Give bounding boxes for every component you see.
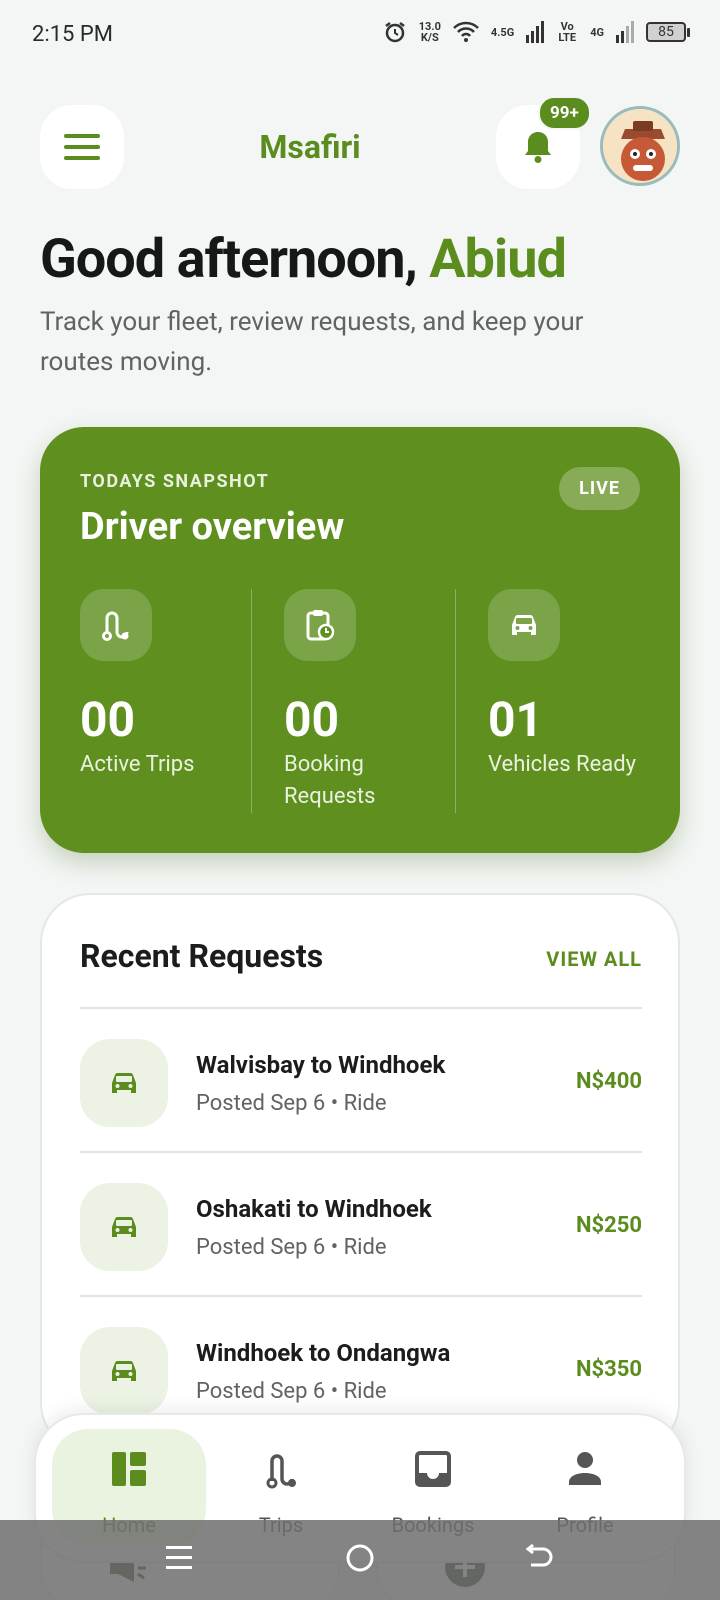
inbox-icon [356,1451,510,1491]
recents-button[interactable] [160,1538,200,1578]
live-badge: LIVE [559,467,640,510]
home-button[interactable] [340,1538,380,1578]
request-meta: Posted Sep 6 • Ride [196,1091,387,1116]
driver-overview-card: TODAYS SNAPSHOT Driver overview LIVE 00 … [40,427,680,853]
request-meta: Posted Sep 6 • Ride [196,1235,387,1260]
back-arrow-icon [525,1543,553,1567]
stat-value: 00 [284,691,340,748]
car-icon [80,1327,168,1415]
clipboard-clock-icon [284,589,356,661]
route-icon [80,589,152,661]
wifi-icon [452,21,479,42]
volte-label: Vo LTE [558,20,577,44]
stat-booking-requests[interactable]: 00 Booking Requests [284,589,484,815]
network-type-1: 4.5G [490,25,515,39]
alarm-icon [385,22,405,43]
person-icon [508,1451,662,1491]
signal-icon [526,21,545,43]
circle-icon [346,1544,374,1572]
car-icon [80,1039,168,1127]
snapshot-title: Driver overview [80,505,345,549]
system-nav-bar [0,1520,720,1600]
battery-icon: 85 [646,22,690,42]
divider [80,1295,642,1297]
request-price: N$250 [575,1213,642,1238]
car-icon [80,1183,168,1271]
stat-value: 00 [80,691,136,748]
stat-label: Active Trips [80,752,195,777]
stat-label: Booking Requests [284,752,376,809]
dashboard-icon [52,1451,206,1491]
status-time: 2:15 PM [32,22,113,47]
request-meta: Posted Sep 6 • Ride [196,1379,387,1404]
request-route: Walvisbay to Windhoek [196,1051,446,1079]
request-route: Oshakati to Windhoek [196,1195,432,1223]
request-row[interactable]: Windhoek to Ondangwa Posted Sep 6 • Ride… [80,1327,642,1417]
notification-badge: 99+ [538,96,591,130]
stat-label: Vehicles Ready [488,752,637,777]
network-type-2: 4G [590,25,604,39]
avatar[interactable] [600,106,680,186]
snapshot-kicker: TODAYS SNAPSHOT [80,471,270,492]
user-name: Abiud [429,228,567,291]
car-icon [488,589,560,661]
divider [455,589,456,813]
stat-vehicles-ready[interactable]: 01 Vehicles Ready [488,589,688,815]
greeting-heading: Good afternoon, Abiud [40,228,567,291]
request-route: Windhoek to Ondangwa [196,1339,451,1367]
section-title: Recent Requests [80,937,324,975]
request-price: N$350 [575,1357,642,1382]
stat-active-trips[interactable]: 00 Active Trips [80,589,280,815]
status-icons: 13.0 K/S 4.5G Vo LTE 4G 85 [383,20,690,44]
status-bar: 2:15 PM 13.0 K/S 4.5G Vo LTE 4G 85 [0,0,720,72]
view-all-link[interactable]: VIEW ALL [546,947,642,971]
request-row[interactable]: Oshakati to Windhoek Posted Sep 6 • Ride… [80,1183,642,1273]
greeting-subtitle: Track your fleet, review requests, and k… [40,307,584,377]
stat-value: 01 [488,691,544,748]
divider [80,1007,642,1009]
divider [80,1151,642,1153]
divider [251,589,252,813]
net-speed: 13.0 K/S [418,20,441,44]
request-row[interactable]: Walvisbay to Windhoek Posted Sep 6 • Rid… [80,1039,642,1129]
back-button[interactable] [520,1538,560,1578]
recent-requests-card: Recent Requests VIEW ALL Walvisbay to Wi… [40,893,680,1453]
signal-weak-icon [616,21,634,43]
bell-icon [525,132,551,163]
request-price: N$400 [575,1069,642,1094]
avatar-illustration [603,109,677,183]
route-icon [204,1451,358,1491]
menu-lines-icon [166,1546,192,1569]
